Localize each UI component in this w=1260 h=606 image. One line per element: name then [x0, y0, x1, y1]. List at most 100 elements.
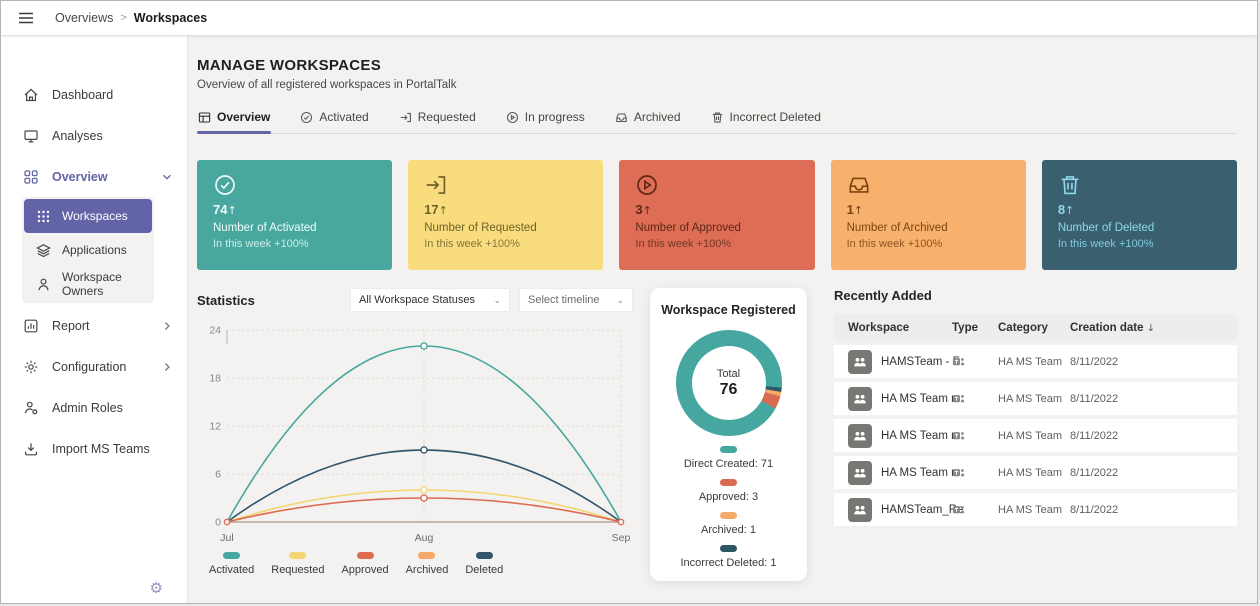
workspace-avatar	[848, 460, 872, 485]
card-subtext: In this week +100%	[213, 238, 309, 250]
legend-item-archived: Archived	[406, 552, 448, 576]
sidebar-item-workspace-owners[interactable]: Workspace Owners	[24, 267, 152, 301]
tab-label: Archived	[633, 110, 681, 124]
table-row[interactable]: HA MS Team n HA MS Team 8/11/2022	[834, 456, 1237, 489]
page-subtitle: Overview of all registered workspaces in…	[197, 79, 457, 91]
sidebar-item-import-ms-teams[interactable]: Import MS Teams	[1, 428, 187, 469]
tab-bar: Overview Activated Requested In progress…	[197, 106, 1237, 134]
card-value: 1↑	[846, 202, 864, 217]
layers-icon	[36, 243, 51, 258]
workspace-avatar	[848, 386, 872, 411]
workspace-creation-date: 8/11/2022	[1070, 429, 1119, 442]
workspace-category: HA MS Team	[998, 429, 1062, 442]
person-gear-icon	[23, 400, 39, 416]
download-icon	[23, 441, 39, 457]
table-row[interactable]: HA MS Team n HA MS Team 8/11/2022	[834, 382, 1237, 415]
svg-text:18: 18	[209, 373, 221, 385]
legend-swatch	[720, 479, 737, 486]
sidebar-item-analyses[interactable]: Analyses	[1, 115, 187, 156]
sidebar-item-applications[interactable]: Applications	[24, 233, 152, 267]
dots-grid-icon	[36, 209, 51, 224]
workspace-registered-card: Workspace Registered Total 76 Direct Cre…	[650, 288, 807, 581]
tab-label: Requested	[417, 110, 476, 124]
sidebar-item-admin-roles[interactable]: Admin Roles	[1, 387, 187, 428]
card-subtext: In this week +100%	[846, 238, 943, 250]
sidebar-item-label: Applications	[62, 243, 127, 257]
card-subtext: In this week +100%	[635, 238, 732, 250]
tab-requested[interactable]: Requested	[398, 106, 477, 133]
chevron-down-icon	[161, 171, 173, 183]
recently-added-title: Recently Added	[834, 288, 932, 303]
breadcrumb-workspaces: Workspaces	[133, 11, 208, 25]
tab-activated[interactable]: Activated	[299, 106, 369, 133]
grid-icon	[198, 111, 211, 124]
tab-incorrect-deleted[interactable]: Incorrect Deleted	[710, 106, 822, 133]
column-type: Type	[952, 321, 978, 334]
grid-icon	[23, 169, 39, 185]
workspace-category: HA MS Team	[998, 355, 1062, 368]
donut-center: Total 76	[691, 346, 766, 420]
table-row[interactable]: HAMSTeam_Re HA MS Team 8/11/2022	[834, 493, 1237, 526]
donut-legend-approved: Approved: 3	[658, 479, 799, 503]
svg-text:24: 24	[209, 325, 221, 337]
workspace-name: HA MS Team n	[881, 466, 958, 479]
table-header: Workspace Type Category Creation date ↓	[834, 314, 1237, 341]
ms-teams-type-icon	[952, 429, 998, 442]
donut-center-label: Total	[716, 367, 741, 380]
column-creation-date[interactable]: Creation date ↓	[1070, 322, 1237, 334]
page-title: MANAGE WORKSPACES	[197, 57, 381, 74]
settings-gear-icon[interactable]: ⚙	[150, 579, 163, 597]
sidebar-item-dashboard[interactable]: Dashboard	[1, 74, 187, 115]
workspace-avatar	[848, 497, 872, 522]
ms-teams-type-icon	[952, 392, 998, 405]
legend-swatch	[720, 512, 737, 519]
svg-text:0: 0	[215, 517, 221, 529]
workspace-registered-donut: Total 76	[675, 330, 782, 436]
legend-swatch	[356, 552, 374, 559]
svg-text:12: 12	[209, 421, 221, 433]
workspace-avatar	[848, 349, 872, 374]
sidebar-item-report[interactable]: Report	[1, 305, 187, 346]
sidebar-item-label: Analyses	[52, 128, 103, 143]
hamburger-menu-icon[interactable]	[17, 8, 37, 28]
inbox-icon	[849, 177, 869, 193]
home-icon	[23, 87, 39, 103]
trend-up-arrow: ↑	[642, 204, 652, 217]
sidebar-item-label: Report	[52, 318, 90, 333]
sidebar-item-overview[interactable]: Overview	[1, 156, 187, 197]
sidebar-item-configuration[interactable]: Configuration	[1, 346, 187, 387]
app-window: Overviews > Workspaces Dashboard Analyse…	[0, 0, 1258, 604]
ms-teams-type-icon	[952, 503, 998, 516]
donut-legend-incorrect-deleted: Incorrect Deleted: 1	[658, 545, 799, 569]
recently-added-table: Workspace Type Category Creation date ↓ …	[834, 314, 1237, 526]
breadcrumb-overviews[interactable]: Overviews	[55, 11, 113, 25]
table-row[interactable]: HA MS Team n HA MS Team 8/11/2022	[834, 419, 1237, 452]
breadcrumb: Overviews > Workspaces	[55, 11, 207, 25]
trend-up-arrow: ↑	[438, 204, 448, 217]
workspace-creation-date: 8/11/2022	[1070, 503, 1119, 516]
legend-swatch	[418, 552, 436, 559]
card-value: 74↑	[213, 202, 237, 217]
chevron-right-icon	[161, 320, 173, 332]
workspace-status-filter[interactable]: All Workspace Statuses ⌄	[350, 288, 510, 312]
tab-overview[interactable]: Overview	[197, 106, 272, 134]
sort-desc-icon: ↓	[1146, 322, 1156, 334]
workspace-name: HA MS Team n	[881, 392, 958, 405]
tab-in-progress[interactable]: In progress	[505, 106, 586, 133]
sidebar-item-label: Overview	[52, 169, 108, 184]
table-row[interactable]: HAMSTeam - F HA MS Team 8/11/2022	[834, 345, 1237, 378]
chevron-down-icon: ⌄	[493, 294, 501, 305]
card-label: Number of Archived	[846, 222, 948, 234]
timeline-filter[interactable]: Select timeline ⌄	[519, 288, 633, 312]
legend-swatch	[289, 552, 307, 559]
tab-label: In progress	[524, 110, 585, 124]
trend-up-arrow: ↑	[227, 204, 237, 217]
tab-label: Activated	[319, 110, 369, 124]
legend-swatch	[720, 545, 737, 552]
breadcrumb-separator: >	[120, 12, 127, 24]
tab-archived[interactable]: Archived	[614, 106, 682, 133]
trend-up-arrow: ↑	[853, 204, 864, 217]
trash-icon	[1061, 176, 1079, 195]
sidebar-item-workspaces[interactable]: Workspaces	[24, 199, 152, 233]
legend-item-requested: Requested	[271, 552, 324, 576]
